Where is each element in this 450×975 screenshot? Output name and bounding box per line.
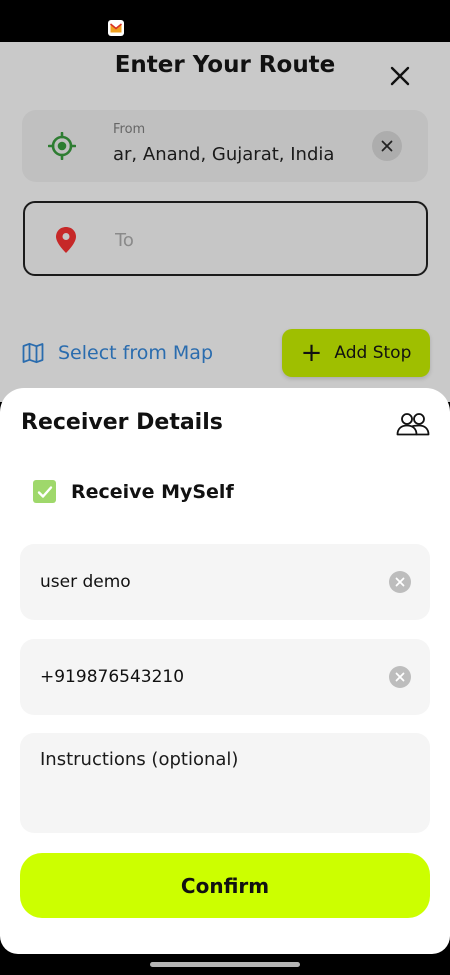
map-pin-icon [56, 227, 76, 253]
to-location-card[interactable] [23, 201, 428, 276]
people-icon[interactable] [396, 412, 430, 436]
route-page-dimmed: Enter Your Route From ar, Anand, Gujarat… [0, 42, 450, 402]
clear-name-button[interactable] [389, 571, 411, 593]
sheet-title: Receiver Details [21, 410, 223, 435]
clear-phone-button[interactable] [389, 666, 411, 688]
check-icon [37, 485, 52, 498]
confirm-label: Confirm [180, 873, 270, 898]
close-button[interactable] [386, 62, 414, 90]
plus-icon: + [300, 338, 323, 368]
select-from-map-label: Select from Map [58, 342, 214, 364]
close-icon [381, 140, 393, 152]
status-bar [0, 0, 450, 42]
receiver-name-input[interactable] [40, 568, 370, 596]
confirm-button[interactable]: Confirm [20, 853, 430, 918]
close-icon [390, 66, 410, 86]
add-stop-button[interactable]: + Add Stop [282, 329, 430, 377]
home-indicator[interactable] [150, 962, 300, 967]
map-icon [22, 342, 44, 364]
clear-icon [395, 577, 405, 587]
to-input[interactable] [115, 225, 405, 255]
add-stop-label: Add Stop [334, 343, 412, 363]
receive-myself-label: Receive MySelf [71, 480, 234, 503]
gmail-icon [108, 20, 124, 36]
receiver-phone-input[interactable] [40, 663, 370, 691]
receiver-details-sheet: Receiver Details Receive MySelf user dem… [0, 388, 450, 954]
receiver-phone-field[interactable] [20, 639, 430, 715]
page-title: Enter Your Route [114, 52, 336, 78]
from-label: From [113, 122, 146, 137]
instructions-field[interactable] [20, 733, 430, 833]
from-clear-button[interactable] [372, 131, 402, 161]
clear-icon [395, 672, 405, 682]
from-value[interactable]: ar, Anand, Gujarat, India [113, 144, 358, 165]
instructions-textarea[interactable] [40, 749, 410, 819]
receiver-name-field[interactable] [20, 544, 430, 620]
select-from-map-link[interactable]: Select from Map [22, 342, 213, 364]
screen: Enter Your Route From ar, Anand, Gujarat… [0, 0, 450, 975]
location-target-icon [48, 132, 76, 160]
receive-myself-checkbox-row[interactable]: Receive MySelf [33, 480, 234, 503]
receive-myself-checkbox[interactable] [33, 480, 56, 503]
from-location-card[interactable]: From ar, Anand, Gujarat, India [22, 110, 428, 182]
